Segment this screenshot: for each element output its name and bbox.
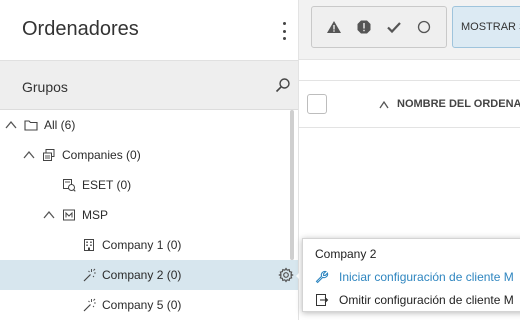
skip-msp-setup-menu-item[interactable]: Omitir configuración de cliente M <box>303 289 520 311</box>
start-msp-setup-menu-item[interactable]: Iniciar configuración de cliente M <box>303 266 520 288</box>
menu-item-label: Iniciar configuración de cliente M <box>339 270 514 284</box>
building-icon <box>84 239 94 251</box>
tree-item-company-5[interactable]: Company 5 (0) <box>0 290 298 320</box>
check-icon[interactable] <box>386 19 402 35</box>
sort-ascending-icon[interactable] <box>379 100 389 110</box>
chevron-up-icon[interactable] <box>42 208 56 222</box>
wand-icon <box>83 268 96 282</box>
circle-icon[interactable] <box>416 19 432 35</box>
left-panel: Ordenadores Grupos All (6) Companies (0)… <box>0 0 298 320</box>
select-all-checkbox[interactable] <box>307 94 327 114</box>
more-options-icon[interactable] <box>276 20 292 42</box>
tree-item-label: ESET (0) <box>82 178 132 192</box>
tree-item-label: Company 5 (0) <box>102 298 182 312</box>
static-group-icon <box>43 149 55 161</box>
tree-item-company-1[interactable]: Company 1 (0) <box>0 230 298 260</box>
scrollbar[interactable] <box>290 110 294 260</box>
skip-icon <box>316 294 329 306</box>
context-menu: Company 2 Iniciar configuración de clien… <box>302 238 520 312</box>
tree-item-companies[interactable]: Companies (0) <box>0 140 298 170</box>
status-filter-group <box>311 6 447 48</box>
table-header: NOMBRE DEL ORDENA <box>299 80 520 128</box>
dynamic-group-icon <box>63 179 76 192</box>
error-icon[interactable] <box>356 19 372 35</box>
tree-item-msp[interactable]: MSP <box>0 200 298 230</box>
tree-item-label: Company 2 (0) <box>102 268 182 282</box>
tree-item-company-2[interactable]: Company 2 (0) <box>0 260 298 290</box>
groups-header: Grupos <box>0 60 298 110</box>
tree-item-label: Companies (0) <box>62 148 141 162</box>
tree-item-label: MSP <box>82 208 109 222</box>
show-button[interactable]: MOSTRAR S <box>452 6 520 48</box>
search-icon[interactable] <box>275 77 291 93</box>
context-menu-title: Company 2 <box>315 247 377 261</box>
menu-item-label: Omitir configuración de cliente M <box>339 293 514 307</box>
folder-icon <box>24 120 38 131</box>
chevron-up-icon[interactable] <box>22 148 36 162</box>
wand-icon <box>83 298 96 312</box>
groups-label: Grupos <box>22 79 68 95</box>
tree-item-eset[interactable]: ESET (0) <box>0 170 298 200</box>
warning-icon[interactable] <box>326 19 342 35</box>
tree-item-all[interactable]: All (6) <box>0 110 298 140</box>
chevron-up-icon[interactable] <box>4 118 18 132</box>
gear-icon[interactable] <box>278 267 294 283</box>
column-header-name[interactable]: NOMBRE DEL ORDENA <box>397 98 520 110</box>
msp-icon <box>63 209 75 221</box>
tree-item-label: Company 1 (0) <box>102 238 182 252</box>
wrench-icon <box>315 270 329 284</box>
tree-item-label: All (6) <box>44 118 76 132</box>
page-title: Ordenadores <box>22 18 139 40</box>
